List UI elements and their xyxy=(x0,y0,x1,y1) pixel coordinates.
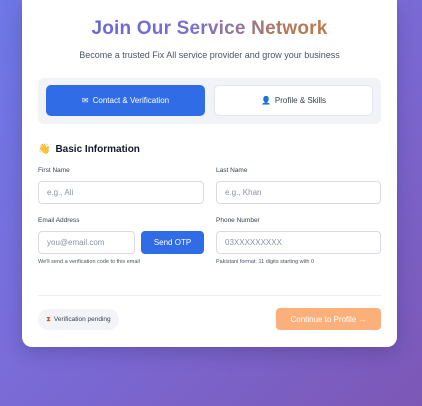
page-title: Join Our Service Network xyxy=(22,18,397,40)
phone-input[interactable] xyxy=(216,231,381,254)
first-name-input[interactable] xyxy=(38,181,204,204)
phone-hint: Pakistani format: 11 digits starting wit… xyxy=(216,259,315,265)
tab-contact-verification[interactable]: ✉ Contact & Verification xyxy=(46,85,205,116)
first-name-label: First Name xyxy=(38,167,70,174)
section-title-text: Basic Information xyxy=(55,144,140,155)
footer-divider xyxy=(38,295,381,296)
last-name-label: Last Name xyxy=(216,167,248,174)
tab-label: Profile & Skills xyxy=(274,96,327,105)
email-label: Email Address xyxy=(38,217,80,224)
status-text: Verification pending xyxy=(53,316,111,323)
person-icon: 👤 xyxy=(260,96,271,105)
tab-profile-skills[interactable]: 👤 Profile & Skills xyxy=(214,85,373,116)
waving-hand-icon: 👋 xyxy=(38,144,51,155)
step-tabs: ✉ Contact & Verification 👤 Profile & Ski… xyxy=(38,78,381,124)
last-name-input[interactable] xyxy=(216,181,381,204)
envelope-icon: ✉ xyxy=(81,96,89,105)
email-input[interactable] xyxy=(38,231,135,254)
email-hint: We'll send a verification code to this e… xyxy=(38,259,140,265)
hourglass-icon: ⧗ xyxy=(46,315,51,323)
send-otp-button[interactable]: Send OTP xyxy=(141,231,204,254)
phone-label: Phone Number xyxy=(216,217,260,224)
section-title: 👋 Basic Information xyxy=(38,144,140,155)
registration-card: Join Our Service Network Become a truste… xyxy=(22,0,397,347)
tab-label: Contact & Verification xyxy=(92,96,170,105)
page-subtitle: Become a trusted Fix All service provide… xyxy=(79,50,340,60)
continue-button[interactable]: Continue to Profile → xyxy=(276,308,381,330)
status-badge: ⧗ Verification pending xyxy=(38,309,119,330)
